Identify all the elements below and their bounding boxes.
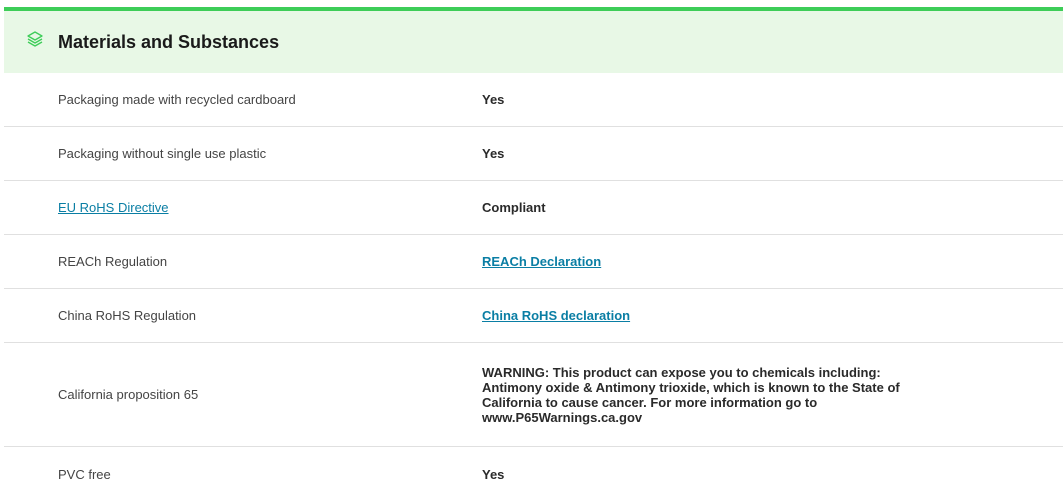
china-rohs-declaration-link[interactable]: China RoHS declaration [482,308,630,323]
table-row: Packaging without single use plastic Yes [4,127,1063,181]
section-header[interactable]: Materials and Substances [4,11,1063,73]
table-row: REACh Regulation REACh Declaration [4,235,1063,289]
row-value-cell: REACh Declaration [482,254,1063,269]
reach-declaration-link[interactable]: REACh Declaration [482,254,601,269]
row-value: Yes [482,146,505,161]
materials-panel: Materials and Substances Packaging made … [0,0,1063,496]
row-value: Compliant [482,200,546,215]
row-label: Packaging made with recycled cardboard [58,92,296,107]
layers-icon [27,31,43,47]
row-label: PVC free [58,466,111,482]
table-row: PVC free Yes [4,447,1063,496]
row-label: REACh Regulation [58,254,168,269]
prop65-warning-text: WARNING: This product can expose you to … [482,364,900,425]
row-label: China RoHS Regulation [58,308,197,323]
row-value: Yes [482,92,505,107]
eu-rohs-link[interactable]: EU RoHS Directive [58,200,169,215]
row-label: Packaging without single use plastic [58,146,267,161]
section-title: Materials and Substances [58,31,280,52]
table-row: Packaging made with recycled cardboard Y… [4,73,1063,127]
row-value: Yes [482,466,505,482]
table-row: China RoHS Regulation China RoHS declara… [4,289,1063,343]
table-row: California proposition 65 WARNING: This … [4,343,1063,447]
properties-table: Packaging made with recycled cardboard Y… [4,73,1063,496]
row-value-cell: China RoHS declaration [482,308,1063,323]
table-row: EU RoHS Directive Compliant [4,181,1063,235]
row-label-cell: EU RoHS Directive [4,200,482,215]
row-label: California proposition 65 [58,387,199,402]
